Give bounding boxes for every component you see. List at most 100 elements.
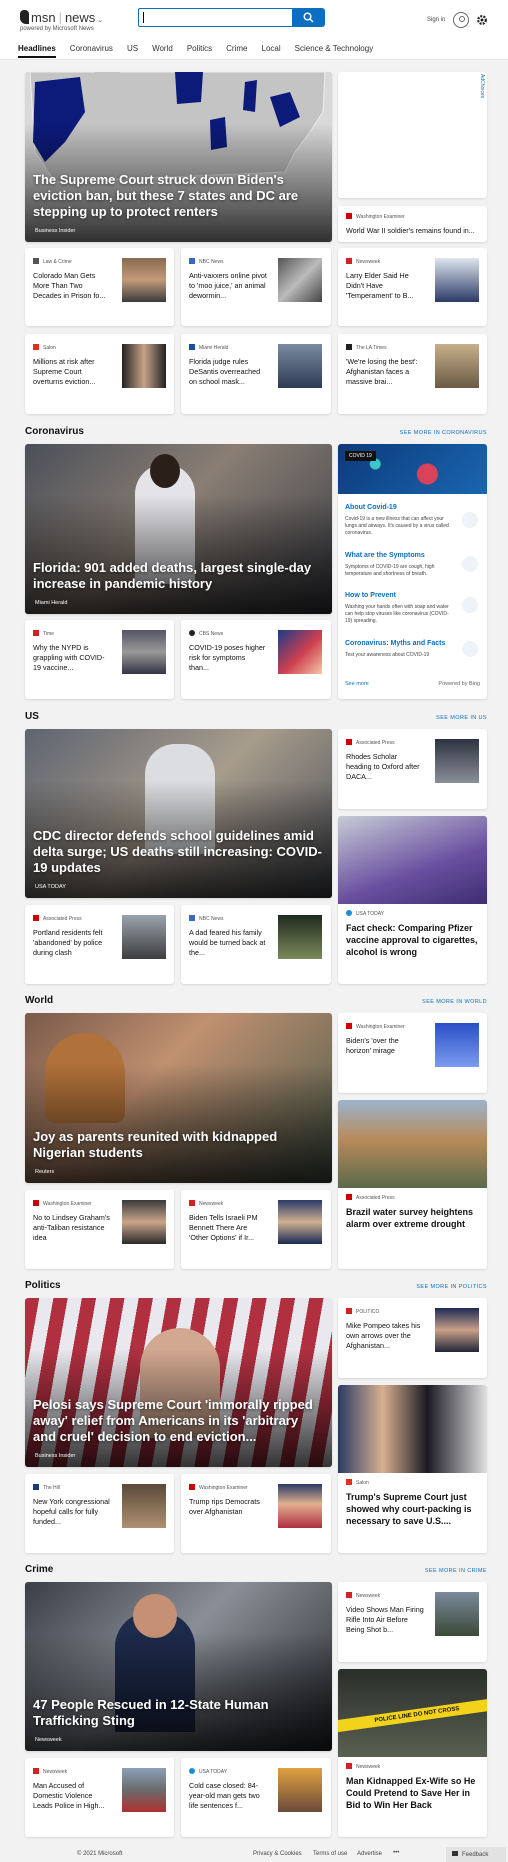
msn-news-logo[interactable]: msn | news ⌄ <box>20 10 103 25</box>
news-card[interactable]: Time Why the NYPD is grappling with COVI… <box>25 620 174 699</box>
tall-card[interactable]: Salon Trump's Supreme Court just showed … <box>338 1385 487 1553</box>
hero-card[interactable]: The Supreme Court struck down Biden's ev… <box>25 72 332 242</box>
publisher-icon <box>346 1023 352 1029</box>
covid-myths-title[interactable]: Coronavirus: Myths and Facts <box>345 640 445 647</box>
feedback-button[interactable]: Feedback <box>446 1847 506 1862</box>
privacy-link[interactable]: Privacy & Cookies <box>253 1851 302 1857</box>
advertise-link[interactable]: Advertise <box>357 1851 382 1857</box>
hero-source: Reuters <box>35 1169 55 1175</box>
hero-card[interactable]: Florida: 901 added deaths, largest singl… <box>25 444 332 614</box>
logo-msn: msn <box>31 10 56 25</box>
thumbnail <box>278 1768 322 1812</box>
ad-slot: AdChoices <box>338 72 487 198</box>
publisher-icon <box>189 344 195 350</box>
tall-card[interactable]: USA TODAY Fact check: Comparing Pfizer v… <box>338 816 487 984</box>
news-card[interactable]: The Hill New York congressional hopeful … <box>25 1474 174 1553</box>
more-icon[interactable]: ••• <box>393 1850 399 1856</box>
terms-link[interactable]: Terms of use <box>313 1851 347 1857</box>
adchoices-link[interactable]: AdChoices <box>479 74 485 98</box>
news-card[interactable]: Newsweek Larry Elder Said He Didn't Have… <box>338 248 487 326</box>
trump-court-image <box>338 1385 487 1473</box>
thumbnail <box>435 1592 479 1636</box>
publisher-icon <box>346 213 352 219</box>
police-tape-image: POLICE LINE DO NOT CROSS <box>338 1669 487 1757</box>
hero-title[interactable]: The Supreme Court struck down Biden's ev… <box>33 172 322 220</box>
powered-by-bing: Powered by Bing <box>438 681 480 687</box>
thumbnail <box>122 1768 166 1812</box>
tab-local[interactable]: Local <box>262 44 281 53</box>
hero-card[interactable]: 47 People Rescued in 12-State Human Traf… <box>25 1582 332 1751</box>
news-card[interactable]: CBS News COVID-19 poses higher risk for … <box>181 620 331 699</box>
logo-news: news <box>64 10 96 25</box>
section-title-coronavirus[interactable]: Coronavirus <box>25 426 84 437</box>
section-title-crime[interactable]: Crime <box>25 1564 53 1575</box>
tab-crime[interactable]: Crime <box>226 44 247 53</box>
search-button[interactable] <box>293 8 325 27</box>
see-more-crime[interactable]: SEE MORE IN CRIME <box>425 1568 487 1574</box>
news-card[interactable]: Washington Examiner Trump rips Democrats… <box>181 1474 331 1553</box>
covid-symptoms-title[interactable]: What are the Symptoms <box>345 552 425 559</box>
hero-title[interactable]: 47 People Rescued in 12-State Human Traf… <box>33 1697 322 1729</box>
thumbnail <box>435 344 479 388</box>
section-title-world[interactable]: World <box>25 995 53 1006</box>
hero-title[interactable]: CDC director defends school guidelines a… <box>33 828 322 876</box>
publisher-icon <box>346 258 352 264</box>
thumbnail <box>278 1484 322 1528</box>
news-card[interactable]: POLITICO Mike Pompeo takes his own arrow… <box>338 1298 487 1378</box>
news-card[interactable]: Newsweek Man Accused of Domestic Violenc… <box>25 1758 174 1837</box>
news-card[interactable]: NBC News Anti-vaxxers online pivot to 'm… <box>181 248 331 326</box>
covid-see-more-link[interactable]: See more <box>345 681 369 687</box>
news-card[interactable]: Washington Examiner Biden's 'over the ho… <box>338 1013 487 1093</box>
covid-prevent-title[interactable]: How to Prevent <box>345 592 396 599</box>
thumbnail <box>122 1200 166 1244</box>
see-more-politics[interactable]: SEE MORE IN POLITICS <box>416 1284 487 1290</box>
publisher-icon <box>346 739 352 745</box>
symptoms-icon <box>462 556 478 572</box>
avatar[interactable] <box>453 12 469 28</box>
tab-headlines[interactable]: Headlines <box>18 44 56 58</box>
hero-title[interactable]: Florida: 901 added deaths, largest singl… <box>33 560 322 592</box>
tab-science-technology[interactable]: Science & Technology <box>295 44 374 53</box>
news-card[interactable]: NBC News A dad feared his family would b… <box>181 905 331 984</box>
news-card[interactable]: Salon Millions at risk after Supreme Cou… <box>25 334 174 414</box>
news-card[interactable]: Miami Herald Florida judge rules DeSanti… <box>181 334 331 414</box>
side-card[interactable]: Washington Examiner World War II soldier… <box>338 206 487 242</box>
tab-us[interactable]: US <box>127 44 138 53</box>
see-more-us[interactable]: SEE MORE IN US <box>436 715 487 721</box>
hero-title[interactable]: Pelosi says Supreme Court 'immorally rip… <box>33 1397 322 1445</box>
thumbnail <box>122 258 166 302</box>
news-card[interactable]: USA TODAY Cold case closed: 84-year-old … <box>181 1758 331 1837</box>
see-more-coronavirus[interactable]: SEE MORE IN CORONAVIRUS <box>400 430 487 436</box>
hero-title[interactable]: Joy as parents reunited with kidnapped N… <box>33 1129 322 1161</box>
hero-source: Business Insider <box>35 228 76 234</box>
tab-coronavirus[interactable]: Coronavirus <box>70 44 113 53</box>
chevron-down-icon[interactable]: ⌄ <box>95 17 103 24</box>
publisher-icon <box>33 1200 39 1206</box>
hero-card[interactable]: CDC director defends school guidelines a… <box>25 729 332 898</box>
news-card[interactable]: Law & Crime Colorado Man Gets More Than … <box>25 248 174 326</box>
police-tape-text: POLICE LINE DO NOT CROSS <box>338 1697 487 1733</box>
covid-about-title[interactable]: About Covid-19 <box>345 504 397 511</box>
publisher-icon <box>189 630 195 636</box>
publisher-icon <box>33 258 39 264</box>
footer: © 2021 Microsoft Privacy & Cookies Terms… <box>0 1847 508 1862</box>
section-title-us[interactable]: US <box>25 711 39 722</box>
hero-card[interactable]: Pelosi says Supreme Court 'immorally rip… <box>25 1298 332 1467</box>
hero-card[interactable]: Joy as parents reunited with kidnapped N… <box>25 1013 332 1183</box>
see-more-world[interactable]: SEE MORE IN WORLD <box>422 999 487 1005</box>
tab-politics[interactable]: Politics <box>187 44 212 53</box>
tab-world[interactable]: World <box>152 44 173 53</box>
news-card[interactable]: Associated Press Rhodes Scholar heading … <box>338 729 487 809</box>
thumbnail <box>278 1200 322 1244</box>
news-card[interactable]: Newsweek Biden Tells Israeli PM Bennett … <box>181 1190 331 1269</box>
sign-in-link[interactable]: Sign in <box>427 17 445 23</box>
news-card[interactable]: The LA Times 'We're losing the best': Af… <box>338 334 487 414</box>
tall-card[interactable]: Associated Press Brazil water survey hei… <box>338 1100 487 1269</box>
search-input[interactable] <box>138 8 293 27</box>
tall-card[interactable]: POLICE LINE DO NOT CROSS Newsweek Man Ki… <box>338 1669 487 1837</box>
section-title-politics[interactable]: Politics <box>25 1280 61 1291</box>
news-card[interactable]: Newsweek Video Shows Man Firing Rifle In… <box>338 1582 487 1662</box>
news-card[interactable]: Washington Examiner No to Lindsey Graham… <box>25 1190 174 1269</box>
gear-icon[interactable] <box>476 14 488 26</box>
news-card[interactable]: Associated Press Portland residents felt… <box>25 905 174 984</box>
